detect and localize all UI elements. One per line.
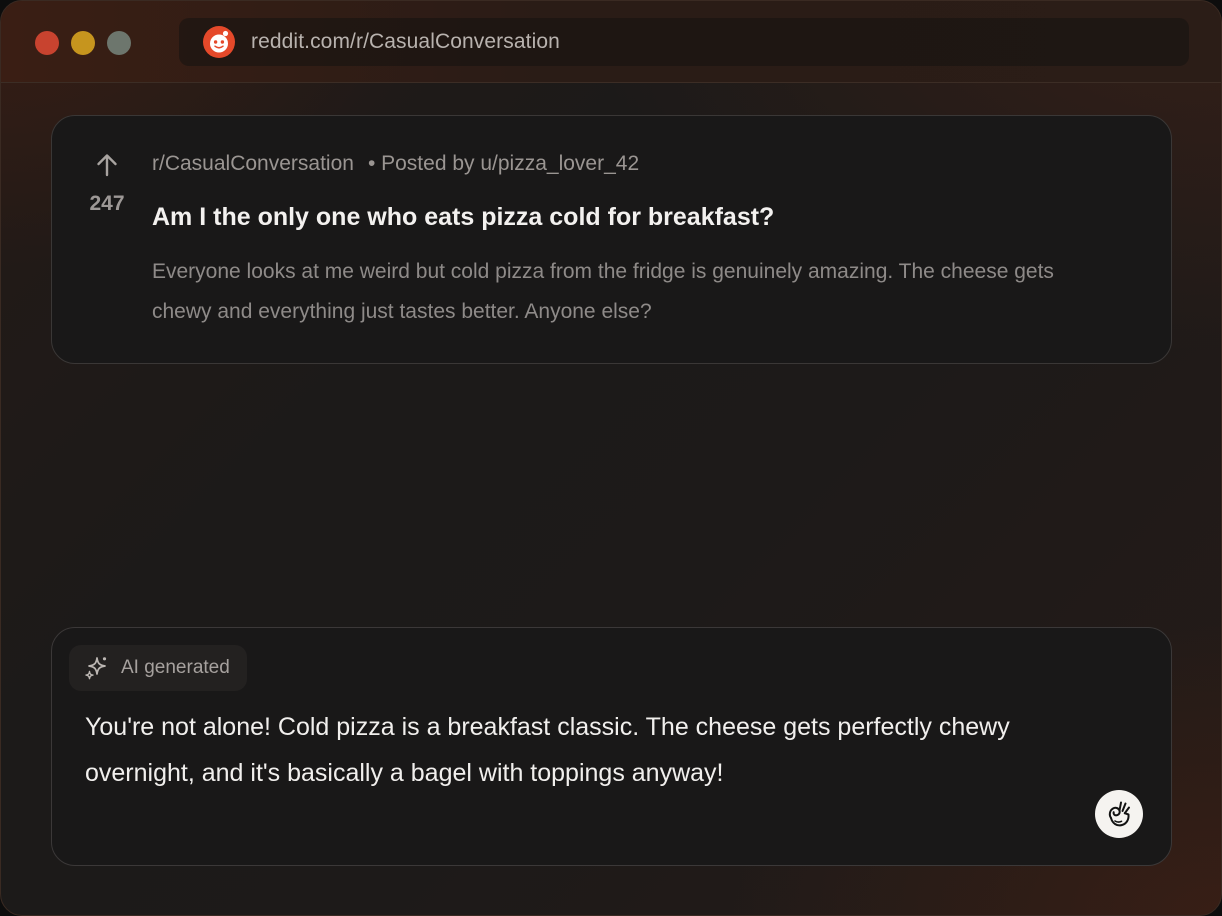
posted-by-text: • Posted by u/pizza_lover_42: [367, 152, 640, 175]
post-body: Everyone looks at me weird but cold pizz…: [152, 260, 1054, 323]
ai-response-text: You're not alone! Cold pizza is a breakf…: [85, 713, 1010, 787]
reddit-icon: [203, 26, 235, 58]
ai-badge-label: AI generated: [121, 657, 230, 678]
assistant-avatar[interactable]: [1095, 790, 1143, 838]
sparkle-icon: [85, 657, 107, 680]
address-bar[interactable]: reddit.com/r/CasualConversation: [179, 18, 1189, 66]
vote-count: 247: [89, 192, 125, 215]
post-meta: r/CasualConversation • Posted by u/pizza_…: [152, 152, 639, 176]
ai-reply-card: AI generated You're not alone! Cold pizz…: [51, 627, 1172, 866]
reddit-post-card: 247 r/CasualConversation • Posted by u/pi…: [51, 115, 1172, 364]
browser-window: reddit.com/r/CasualConversation 247 r/Ca…: [0, 0, 1222, 916]
subreddit-link[interactable]: r/CasualConversation: [152, 152, 354, 175]
close-window-button[interactable]: [35, 31, 59, 55]
zoom-window-button[interactable]: [107, 31, 131, 55]
arrow-up-icon[interactable]: [94, 152, 120, 178]
post-title[interactable]: Am I the only one who eats pizza cold fo…: [152, 203, 774, 232]
ok-hand-icon: [1108, 801, 1130, 827]
url-text[interactable]: reddit.com/r/CasualConversation: [251, 30, 560, 54]
ai-generated-badge: AI generated: [69, 645, 247, 691]
title-bar: reddit.com/r/CasualConversation: [1, 1, 1221, 83]
minimize-window-button[interactable]: [71, 31, 95, 55]
